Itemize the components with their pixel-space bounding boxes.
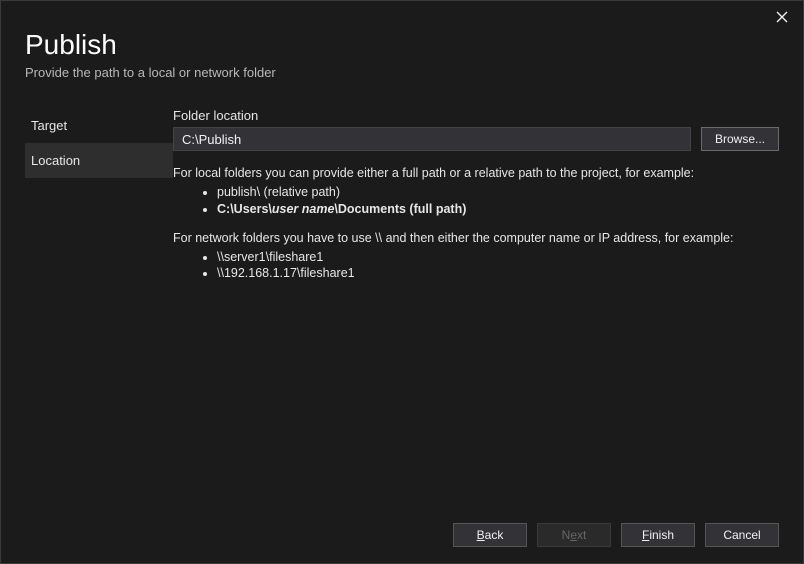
- help-network-example-ip: \\192.168.1.17\fileshare1: [217, 265, 779, 282]
- dialog-body: Target Location Folder location Browse..…: [1, 86, 803, 509]
- publish-dialog: Publish Provide the path to a local or n…: [0, 0, 804, 564]
- help-local-examples: publish\ (relative path) C:\Users\user n…: [217, 184, 779, 218]
- close-icon: [776, 11, 788, 23]
- help-network-examples: \\server1\fileshare1 \\192.168.1.17\file…: [217, 249, 779, 283]
- main-panel: Folder location Browse... For local fold…: [173, 108, 779, 509]
- help-text: For local folders you can provide either…: [173, 165, 779, 282]
- browse-button[interactable]: Browse...: [701, 127, 779, 151]
- folder-location-row: Browse...: [173, 127, 779, 151]
- sidebar-item-location[interactable]: Location: [25, 143, 173, 178]
- help-network-intro: For network folders you have to use \\ a…: [173, 230, 779, 247]
- help-local-example-relative: publish\ (relative path): [217, 184, 779, 201]
- next-button: Next: [537, 523, 611, 547]
- dialog-footer: Back Next Finish Cancel: [1, 509, 803, 563]
- close-button[interactable]: [773, 11, 791, 29]
- help-network-example-name: \\server1\fileshare1: [217, 249, 779, 266]
- sidebar-item-label: Location: [31, 153, 80, 168]
- dialog-subtitle: Provide the path to a local or network f…: [25, 65, 779, 80]
- folder-location-input[interactable]: [173, 127, 691, 151]
- back-button[interactable]: Back: [453, 523, 527, 547]
- dialog-header: Publish Provide the path to a local or n…: [1, 1, 803, 86]
- browse-button-label: Browse...: [715, 132, 765, 146]
- folder-location-label: Folder location: [173, 108, 779, 123]
- dialog-title: Publish: [25, 29, 779, 61]
- wizard-sidebar: Target Location: [25, 108, 173, 509]
- sidebar-item-label: Target: [31, 118, 67, 133]
- help-local-intro: For local folders you can provide either…: [173, 165, 779, 182]
- help-local-example-full: C:\Users\user name\Documents (full path): [217, 201, 779, 218]
- finish-button[interactable]: Finish: [621, 523, 695, 547]
- sidebar-item-target[interactable]: Target: [25, 108, 173, 143]
- cancel-button[interactable]: Cancel: [705, 523, 779, 547]
